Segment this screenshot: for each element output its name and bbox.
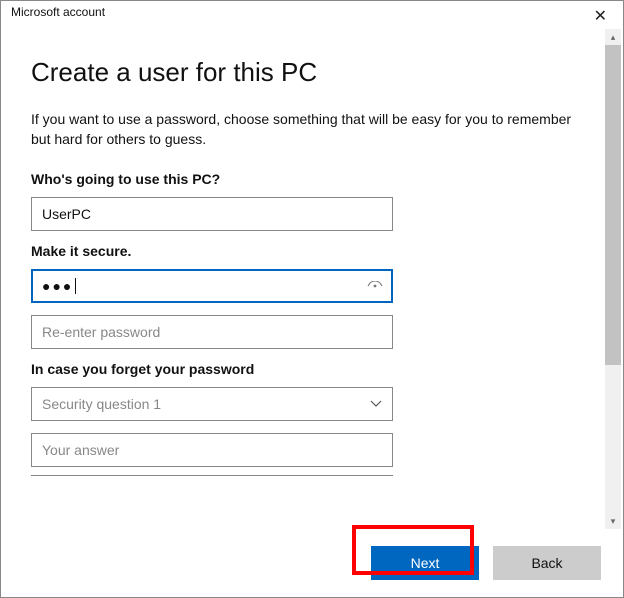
close-icon[interactable]: ✕ [586, 5, 615, 29]
back-button[interactable]: Back [493, 546, 601, 580]
window-title: Microsoft account [11, 5, 105, 19]
content-area: Create a user for this PC If you want to… [1, 29, 623, 529]
scrollbar-thumb[interactable] [605, 45, 621, 365]
scrollbar-track[interactable]: ▴ ▾ [605, 29, 621, 529]
forget-section-label: In case you forget your password [31, 361, 593, 377]
username-value: UserPC [42, 206, 91, 222]
password-masked-value: ●●● [42, 278, 73, 294]
titlebar: Microsoft account ✕ [1, 1, 623, 29]
security-answer-input[interactable]: Your answer [31, 433, 393, 467]
security-answer-placeholder: Your answer [42, 442, 119, 458]
username-input[interactable]: UserPC [31, 197, 393, 231]
chevron-down-icon [370, 397, 382, 411]
scroll-viewport: Create a user for this PC If you want to… [1, 29, 623, 529]
page-title: Create a user for this PC [31, 57, 593, 88]
text-caret [75, 278, 76, 294]
reenter-placeholder: Re-enter password [42, 324, 160, 340]
next-button[interactable]: Next [371, 546, 479, 580]
scroll-down-icon[interactable]: ▾ [605, 513, 621, 529]
window-frame: Microsoft account ✕ Create a user for th… [0, 0, 624, 598]
page-subtitle: If you want to use a password, choose so… [31, 110, 591, 149]
scroll-up-icon[interactable]: ▴ [605, 29, 621, 45]
password-input[interactable]: ●●● [31, 269, 393, 303]
footer-bar: Next Back [1, 529, 623, 597]
reveal-password-icon[interactable] [367, 278, 383, 294]
next-button-label: Next [411, 555, 440, 571]
username-section-label: Who's going to use this PC? [31, 171, 593, 187]
back-button-label: Back [531, 555, 562, 571]
security-question-select[interactable]: Security question 1 [31, 387, 393, 421]
cutoff-field-top-border [31, 475, 393, 476]
security-question-placeholder: Security question 1 [42, 396, 161, 412]
reenter-password-input[interactable]: Re-enter password [31, 315, 393, 349]
secure-section-label: Make it secure. [31, 243, 593, 259]
